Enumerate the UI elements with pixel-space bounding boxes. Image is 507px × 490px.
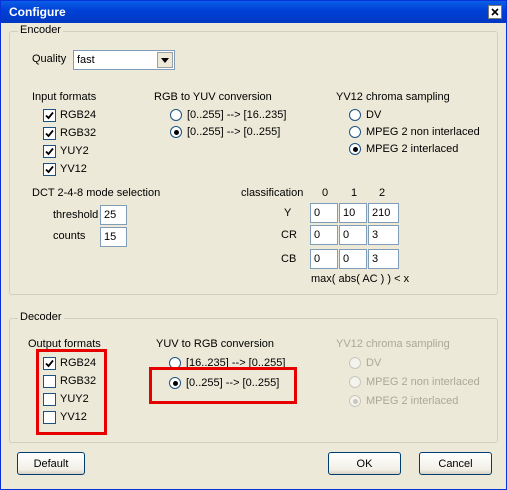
cancel-button-label: Cancel bbox=[438, 457, 473, 470]
ok-button-label: OK bbox=[356, 457, 373, 470]
class-input-y-1[interactable]: 10 bbox=[339, 203, 367, 223]
close-button[interactable] bbox=[488, 5, 502, 19]
counts-label: counts bbox=[53, 230, 86, 242]
threshold-label: threshold bbox=[53, 209, 99, 221]
encoder-chroma-option-label-0: DV bbox=[366, 109, 382, 121]
class-input-y-0[interactable]: 0 bbox=[310, 203, 338, 223]
encoder-group-title: Encoder bbox=[18, 24, 63, 36]
input-format-checkbox-yv12[interactable] bbox=[43, 163, 56, 176]
input-format-checkbox-yuy2[interactable] bbox=[43, 145, 56, 158]
input-format-label-yv12: YV12 bbox=[60, 163, 87, 175]
input-format-label-rgb24: RGB24 bbox=[60, 109, 97, 121]
quality-dropdown[interactable]: fast bbox=[73, 50, 175, 70]
encoder-chroma-radio-0[interactable] bbox=[349, 109, 361, 121]
decoder-chroma-option-label-0: DV bbox=[366, 357, 382, 369]
dropdown-button[interactable] bbox=[157, 52, 173, 68]
encoder-chroma-radio-1[interactable] bbox=[349, 126, 361, 138]
decoder-chroma-title: YV12 chroma sampling bbox=[336, 338, 450, 350]
window-title: Configure bbox=[9, 5, 66, 19]
class-header-1: 1 bbox=[351, 187, 358, 199]
classification-label: classification bbox=[241, 187, 304, 199]
decoder-chroma-radio-1[interactable] bbox=[349, 376, 361, 388]
class-row-label-cr: CR bbox=[281, 229, 297, 241]
input-format-checkbox-rgb32[interactable] bbox=[43, 127, 56, 140]
quality-label: Quality bbox=[32, 53, 67, 65]
class-row-label-cb: CB bbox=[281, 253, 297, 265]
default-button[interactable]: Default bbox=[17, 452, 85, 475]
encoder-chroma-title: YV12 chroma sampling bbox=[336, 91, 450, 103]
ok-button[interactable]: OK bbox=[328, 452, 401, 475]
rgb-to-yuv-radio-1[interactable] bbox=[170, 126, 182, 138]
decoder-chroma-radio-2[interactable] bbox=[349, 395, 361, 407]
yuv-to-rgb-title: YUV to RGB conversion bbox=[156, 338, 274, 350]
class-header-0: 0 bbox=[322, 187, 329, 199]
class-input-cr-0[interactable]: 0 bbox=[310, 225, 338, 245]
class-input-cb-2[interactable]: 3 bbox=[368, 249, 399, 269]
default-button-label: Default bbox=[33, 457, 69, 470]
quality-value: fast bbox=[77, 54, 95, 66]
chevron-down-icon bbox=[161, 57, 169, 63]
decoder-chroma-radio-0[interactable] bbox=[349, 357, 361, 369]
close-icon bbox=[491, 8, 499, 16]
encoder-chroma-option-label-2: MPEG 2 interlaced bbox=[366, 143, 459, 155]
class-row-label-y: Y bbox=[284, 207, 292, 219]
class-header-2: 2 bbox=[379, 187, 386, 199]
input-formats-title: Input formats bbox=[32, 91, 97, 103]
input-format-checkbox-rgb24[interactable] bbox=[43, 109, 56, 122]
formula-label: max( abs( AC ) ) < x bbox=[311, 273, 410, 285]
rgb-to-yuv-option-label-0: [0..255] --> [16..235] bbox=[187, 109, 287, 121]
decoder-group-title: Decoder bbox=[18, 311, 64, 323]
checkmark-icon bbox=[45, 165, 54, 174]
class-input-y-2[interactable]: 210 bbox=[368, 203, 399, 223]
yuv-to-rgb-highlight bbox=[149, 367, 297, 404]
checkmark-icon bbox=[45, 147, 54, 156]
output-formats-highlight bbox=[36, 349, 107, 435]
class-input-cr-2[interactable]: 3 bbox=[368, 225, 399, 245]
title-bar: Configure bbox=[1, 1, 506, 23]
encoder-chroma-option-label-1: MPEG 2 non interlaced bbox=[366, 126, 480, 138]
class-input-cr-1[interactable]: 0 bbox=[339, 225, 367, 245]
rgb-to-yuv-title: RGB to YUV conversion bbox=[154, 91, 272, 103]
class-input-cb-0[interactable]: 0 bbox=[310, 249, 338, 269]
rgb-to-yuv-option-label-1: [0..255] --> [0..255] bbox=[187, 126, 281, 138]
input-format-label-yuy2: YUY2 bbox=[60, 145, 89, 157]
decoder-chroma-option-label-2: MPEG 2 interlaced bbox=[366, 395, 459, 407]
checkmark-icon bbox=[45, 111, 54, 120]
configure-dialog: Configure Encoder Quality fast Input for… bbox=[0, 0, 507, 490]
input-format-label-rgb32: RGB32 bbox=[60, 127, 97, 139]
rgb-to-yuv-radio-0[interactable] bbox=[170, 109, 182, 121]
checkmark-icon bbox=[45, 129, 54, 138]
dct-title: DCT 2-4-8 mode selection bbox=[32, 187, 161, 199]
counts-input[interactable]: 15 bbox=[100, 227, 127, 247]
encoder-chroma-radio-2[interactable] bbox=[349, 143, 361, 155]
decoder-chroma-option-label-1: MPEG 2 non interlaced bbox=[366, 376, 480, 388]
cancel-button[interactable]: Cancel bbox=[419, 452, 492, 475]
class-input-cb-1[interactable]: 0 bbox=[339, 249, 367, 269]
threshold-input[interactable]: 25 bbox=[100, 205, 127, 225]
